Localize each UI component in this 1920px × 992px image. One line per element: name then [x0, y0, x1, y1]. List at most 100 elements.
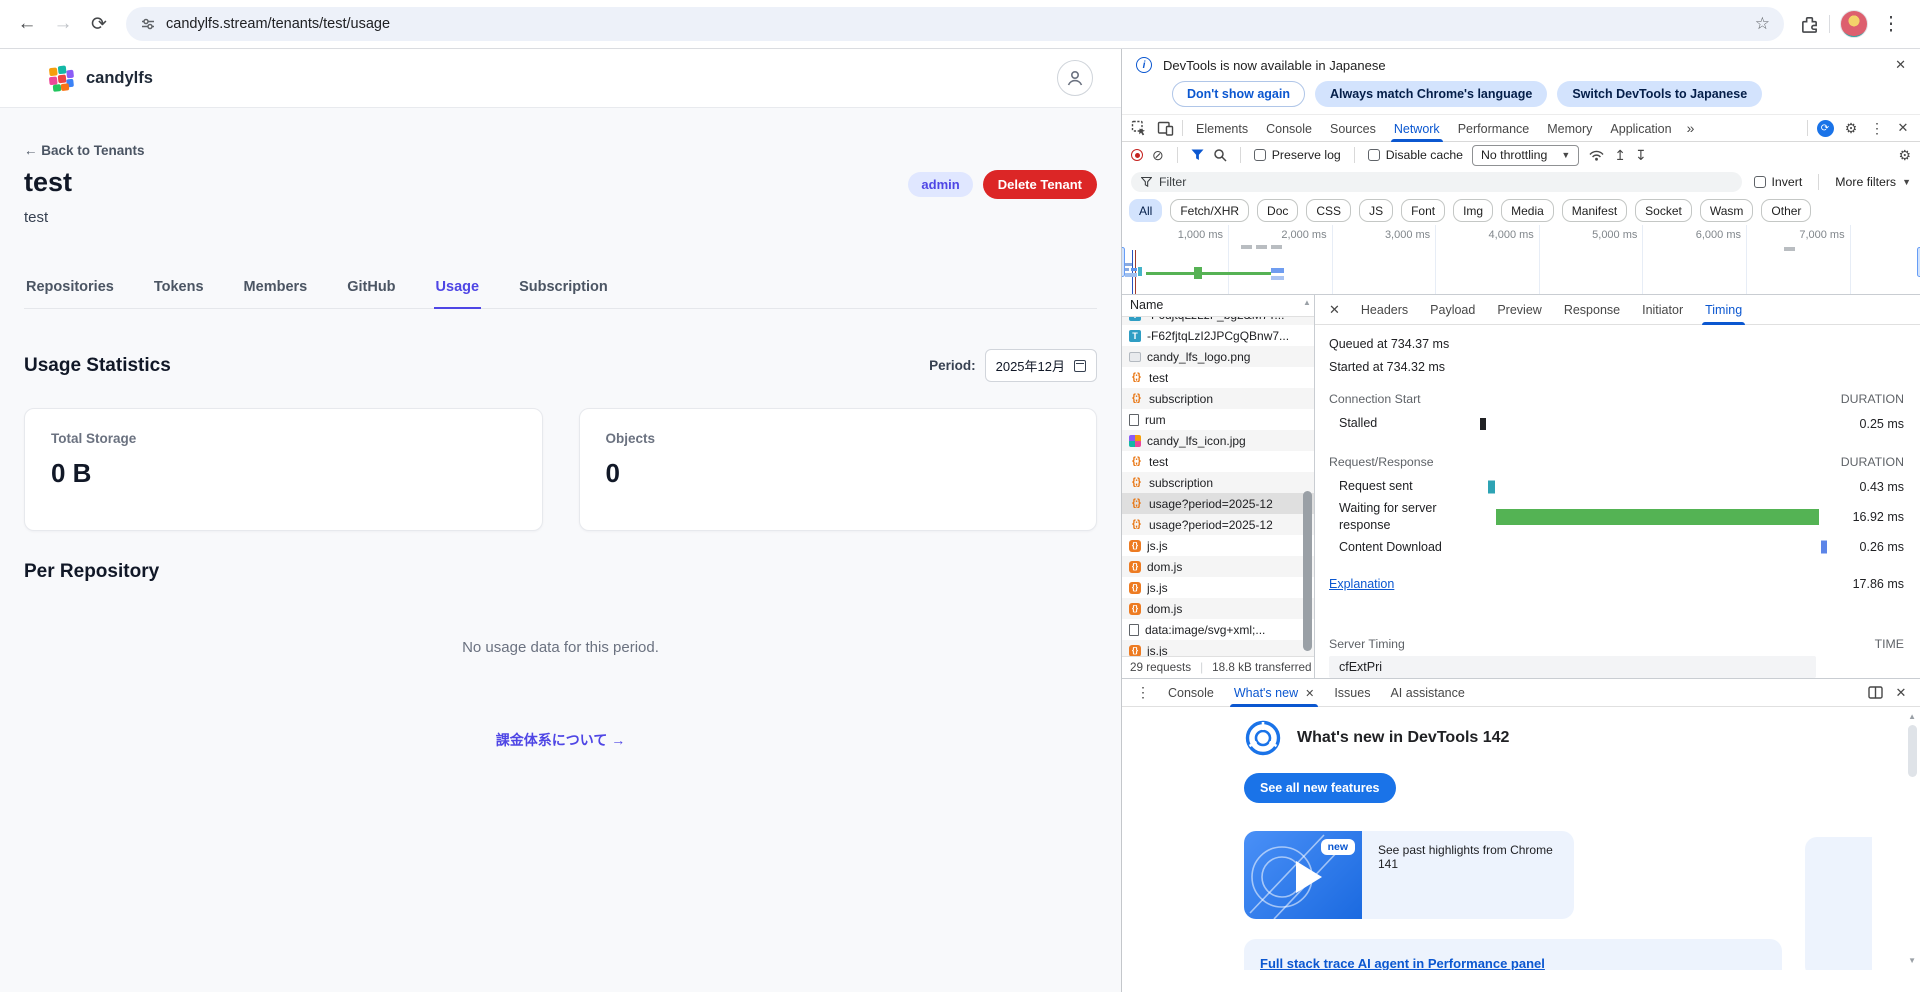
brand[interactable]: candylfs — [46, 63, 153, 93]
chip-manifest[interactable]: Manifest — [1562, 199, 1627, 222]
detail-tab-payload[interactable]: Payload — [1419, 295, 1486, 325]
infobar-close-icon[interactable]: ✕ — [1895, 57, 1906, 73]
drawer-close-icon[interactable]: ✕ — [1888, 682, 1914, 704]
address-bar[interactable]: candylfs.stream/tenants/test/usage ☆ — [126, 7, 1784, 41]
detail-tab-response[interactable]: Response — [1553, 295, 1631, 325]
search-network-icon[interactable] — [1213, 148, 1227, 162]
drawer-tab-issues[interactable]: Issues — [1324, 679, 1380, 707]
network-request-row[interactable]: {;}subscription — [1122, 388, 1314, 409]
network-request-row[interactable]: {}js.js — [1122, 535, 1314, 556]
network-request-row[interactable]: candy_lfs_logo.png — [1122, 346, 1314, 367]
chip-fetch-xhr[interactable]: Fetch/XHR — [1170, 199, 1249, 222]
inspect-element-icon[interactable] — [1126, 117, 1152, 139]
name-column-header[interactable]: Name — [1122, 295, 1314, 317]
more-filters-dropdown[interactable]: More filters▼ — [1835, 175, 1911, 189]
chip-wasm[interactable]: Wasm — [1700, 199, 1754, 222]
scroll-down-icon[interactable]: ▼ — [1303, 644, 1311, 653]
devtools-tab-application[interactable]: Application — [1601, 115, 1680, 142]
feature-card[interactable]: Full stack trace AI agent in Performance… — [1244, 939, 1782, 970]
request-list-scrollbar[interactable]: ▲ ▼ — [1301, 295, 1314, 656]
tab-repositories[interactable]: Repositories — [24, 270, 116, 308]
chip-doc[interactable]: Doc — [1257, 199, 1298, 222]
chip-socket[interactable]: Socket — [1635, 199, 1692, 222]
drawer-tab-console[interactable]: Console — [1158, 679, 1224, 707]
network-request-row[interactable]: {}dom.js — [1122, 598, 1314, 619]
explanation-link[interactable]: Explanation — [1329, 577, 1394, 591]
bookmark-star-icon[interactable]: ☆ — [1755, 14, 1770, 34]
drawer-split-view-icon[interactable] — [1862, 682, 1888, 704]
network-overview-timeline[interactable]: 1,000 ms2,000 ms3,000 ms4,000 ms5,000 ms… — [1122, 225, 1920, 295]
network-request-row[interactable]: {;}test — [1122, 451, 1314, 472]
network-request-row[interactable]: T-F62fjtqLzI2JPCgQBnw7... — [1122, 325, 1314, 346]
chip-img[interactable]: Img — [1453, 199, 1493, 222]
invert-filter-checkbox[interactable]: Invert — [1754, 175, 1803, 189]
tab-usage[interactable]: Usage — [434, 270, 482, 309]
browser-menu-icon[interactable]: ⋮ — [1878, 7, 1904, 41]
network-request-row[interactable]: candy_lfs_icon.jpg — [1122, 430, 1314, 451]
see-all-features-button[interactable]: See all new features — [1244, 773, 1396, 803]
drawer-menu-icon[interactable]: ⋮ — [1128, 684, 1158, 701]
drawer-tab-what-s-new[interactable]: What's new✕ — [1224, 679, 1324, 707]
scroll-up-icon[interactable]: ▲ — [1303, 298, 1311, 307]
highlights-card[interactable]: new See past highlights from Chrome 141 — [1244, 831, 1574, 919]
detail-tab-initiator[interactable]: Initiator — [1631, 295, 1694, 325]
network-request-row[interactable]: rum — [1122, 409, 1314, 430]
close-detail-icon[interactable]: ✕ — [1319, 302, 1350, 318]
chip-other[interactable]: Other — [1761, 199, 1811, 222]
calendar-icon[interactable] — [1074, 360, 1086, 372]
preserve-log-checkbox[interactable]: Preserve log — [1254, 148, 1341, 162]
network-request-row[interactable]: {;}usage?period=2025-12 — [1122, 514, 1314, 535]
network-request-row[interactable]: {}js.js — [1122, 640, 1314, 656]
network-request-row[interactable]: {;}usage?period=2025-12 — [1122, 493, 1314, 514]
devtools-tab-memory[interactable]: Memory — [1538, 115, 1601, 142]
export-har-icon[interactable]: ↧ — [1635, 148, 1647, 162]
drawer-scrollbar-thumb[interactable] — [1908, 725, 1917, 777]
tab-tokens[interactable]: Tokens — [152, 270, 206, 308]
network-conditions-icon[interactable] — [1588, 148, 1605, 162]
profile-avatar[interactable] — [1840, 10, 1868, 38]
devtools-tab-performance[interactable]: Performance — [1449, 115, 1539, 142]
chip-js[interactable]: JS — [1359, 199, 1393, 222]
back-icon[interactable]: ← — [10, 7, 44, 41]
period-date-input[interactable]: 2025年12月 — [985, 349, 1097, 382]
infobar-button-switch-devtools-to-japanese[interactable]: Switch DevTools to Japanese — [1557, 81, 1762, 107]
devtools-tab-elements[interactable]: Elements — [1187, 115, 1257, 142]
devtools-tab-sources[interactable]: Sources — [1321, 115, 1385, 142]
network-request-row[interactable]: data:image/svg+xml;... — [1122, 619, 1314, 640]
detail-tab-preview[interactable]: Preview — [1486, 295, 1552, 325]
tab-github[interactable]: GitHub — [345, 270, 397, 308]
drawer-scroll-down-icon[interactable]: ▼ — [1908, 956, 1916, 965]
drawer-tab-ai-assistance[interactable]: AI assistance — [1380, 679, 1474, 707]
network-request-row[interactable]: T-F6djtqLzLzI-_bg2&M7T... — [1122, 317, 1314, 325]
highlights-text[interactable]: See past highlights from Chrome 141 — [1362, 831, 1574, 919]
reload-icon[interactable]: ⟳ — [82, 7, 116, 41]
drawer-tab-close-icon[interactable]: ✕ — [1305, 687, 1314, 700]
delete-tenant-button[interactable]: Delete Tenant — [983, 170, 1097, 199]
network-request-row[interactable]: {}dom.js — [1122, 556, 1314, 577]
feature-link[interactable]: Full stack trace AI agent in Performance… — [1260, 956, 1545, 970]
filter-toggle-icon[interactable] — [1191, 149, 1204, 161]
clear-network-log-icon[interactable]: ⊘ — [1152, 148, 1164, 162]
network-settings-icon[interactable]: ⚙ — [1898, 148, 1911, 162]
highlights-thumbnail[interactable]: new — [1244, 831, 1362, 919]
tab-members[interactable]: Members — [242, 270, 310, 308]
chip-media[interactable]: Media — [1501, 199, 1554, 222]
chip-font[interactable]: Font — [1401, 199, 1445, 222]
more-tabs-icon[interactable]: » — [1681, 120, 1701, 136]
extensions-icon[interactable] — [1800, 15, 1819, 34]
devtools-settings-icon[interactable]: ⚙ — [1838, 117, 1864, 139]
throttling-select[interactable]: No throttling▼ — [1472, 145, 1579, 166]
infobar-button-don-t-show-again[interactable]: Don't show again — [1172, 81, 1305, 107]
back-to-tenants-link[interactable]: ← Back to Tenants — [24, 143, 145, 158]
drawer-scroll-up-icon[interactable]: ▲ — [1908, 712, 1916, 721]
record-network-log-icon[interactable] — [1131, 149, 1143, 161]
devtools-close-icon[interactable]: ✕ — [1890, 117, 1916, 139]
import-har-icon[interactable]: ↥ — [1614, 148, 1626, 162]
forward-icon[interactable]: → — [46, 7, 80, 41]
tab-subscription[interactable]: Subscription — [517, 270, 610, 308]
devtools-tab-console[interactable]: Console — [1257, 115, 1321, 142]
overview-left-handle[interactable] — [1122, 247, 1125, 277]
devtools-menu-icon[interactable]: ⋮ — [1864, 117, 1890, 139]
url-text[interactable]: candylfs.stream/tenants/test/usage — [166, 16, 1745, 32]
detail-tab-headers[interactable]: Headers — [1350, 295, 1419, 325]
